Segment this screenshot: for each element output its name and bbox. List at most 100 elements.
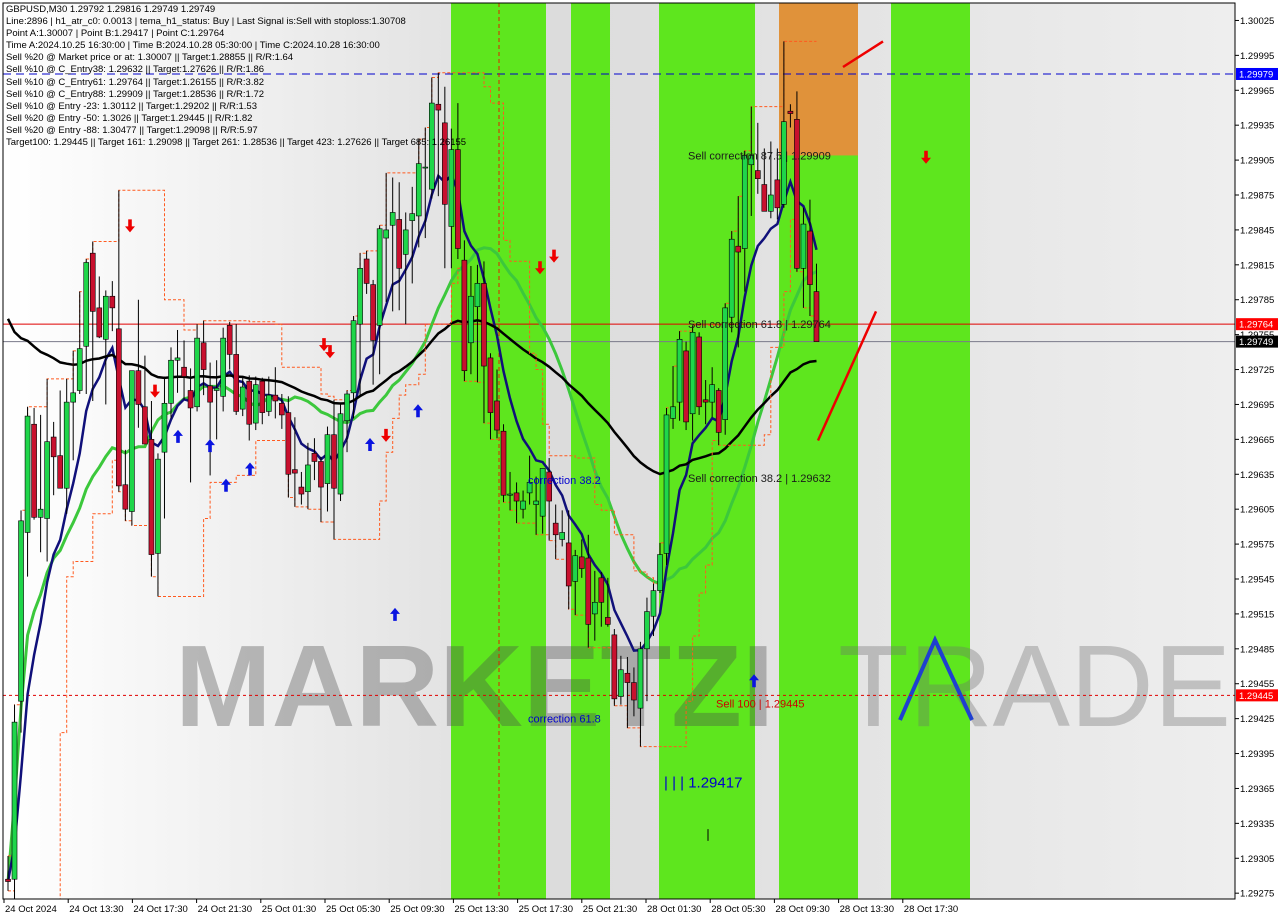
- candle: [500, 424, 507, 503]
- candle-body: [148, 439, 155, 555]
- candle-body: [122, 484, 129, 510]
- y-tick-label: 1.29545: [1240, 575, 1274, 586]
- candle-body: [741, 155, 748, 249]
- candle-body: [500, 430, 507, 496]
- x-tick-label: 24 Oct 17:30: [133, 904, 187, 915]
- candle-body: [468, 295, 474, 344]
- candle-body: [735, 245, 742, 253]
- y-tick-label: 1.29605: [1240, 505, 1274, 516]
- candle-body: [370, 284, 376, 341]
- x-tick-label: 25 Oct 09:30: [390, 904, 444, 915]
- candle-body: [357, 268, 363, 325]
- candle-body: [507, 493, 513, 496]
- candle-body: [181, 366, 187, 377]
- watermark: MARKETZI TRADE: [175, 621, 1231, 751]
- candle-body: [689, 332, 696, 415]
- candle-body: [533, 500, 539, 505]
- sell-zone: [779, 3, 858, 156]
- session-zone: [891, 3, 970, 899]
- y-tick-label: 1.29935: [1240, 121, 1274, 132]
- candle-body: [637, 648, 644, 709]
- candle-body: [135, 370, 142, 405]
- candle-body: [142, 406, 148, 445]
- candle-body: [552, 522, 559, 536]
- candle-body: [70, 392, 76, 403]
- candle-body: [129, 370, 135, 512]
- candle-body: [520, 500, 526, 510]
- y-tick-label: 1.29725: [1240, 365, 1274, 376]
- candle-body: [363, 258, 370, 284]
- candle-body: [591, 601, 598, 615]
- candle-body: [559, 532, 566, 540]
- y-tick-label: 1.29515: [1240, 609, 1274, 620]
- candle-body: [624, 672, 631, 683]
- candle-body: [279, 402, 285, 416]
- annotation-label: Sell correction 61.8 | 1.29764: [688, 319, 831, 331]
- candle-body: [572, 555, 579, 582]
- candle-body: [194, 337, 200, 408]
- candle-body: [696, 336, 702, 408]
- y-tick-label: 1.29365: [1240, 784, 1274, 795]
- y-tick-label: 1.29575: [1240, 540, 1274, 551]
- x-tick-label: 28 Oct 05:30: [711, 904, 765, 915]
- info-signal-line: Sell %10 @ C_Entry61: 1.29764 || Target:…: [6, 76, 265, 88]
- info-signal-line: Sell %10 @ Entry -23: 1.30112 || Target:…: [6, 100, 258, 112]
- info-signal-line: Sell %10 @ C_Entry88: 1.29909 || Target:…: [6, 88, 265, 100]
- y-tick-label: 1.29875: [1240, 191, 1274, 202]
- candle-body: [813, 291, 820, 342]
- candle-body: [513, 492, 520, 502]
- x-tick-label: 24 Oct 21:30: [198, 904, 252, 915]
- watermark-text: TRADE: [838, 621, 1231, 751]
- candle-body: [292, 469, 298, 474]
- candle-body: [800, 223, 807, 269]
- candle-body: [57, 455, 63, 489]
- y-tick-label: 1.29485: [1240, 644, 1274, 655]
- candle-body: [396, 219, 403, 269]
- candle-body: [103, 295, 109, 340]
- candle-body: [116, 328, 122, 487]
- watermark-text: MARKETZI: [175, 621, 774, 751]
- candle-body: [676, 338, 683, 403]
- session-zone: [571, 3, 610, 899]
- candle: [461, 240, 468, 382]
- candle-body: [187, 390, 194, 409]
- x-tick-label: 24 Oct 2024: [5, 904, 57, 915]
- candle-body: [611, 634, 618, 700]
- annotation-label: correction 38.2: [528, 475, 601, 487]
- price-tag-label: 1.29445: [1239, 691, 1273, 702]
- candle-body: [344, 393, 350, 422]
- y-tick-label: 1.29305: [1240, 854, 1274, 865]
- candle-body: [683, 350, 689, 423]
- candle: [337, 403, 344, 502]
- candle-body: [285, 412, 292, 475]
- x-tick-label: 24 Oct 13:30: [69, 904, 123, 915]
- candle-body: [409, 213, 416, 221]
- y-tick-label: 1.29275: [1240, 889, 1274, 900]
- candle-body: [663, 414, 670, 554]
- candle-body: [155, 458, 161, 554]
- candle-body: [709, 384, 715, 403]
- candle-body: [207, 385, 213, 403]
- price-tag-label: 1.29979: [1239, 69, 1273, 80]
- candle: [683, 341, 689, 431]
- info-symbol-line: GBPUSD,M30 1.29792 1.29816 1.29749 1.297…: [6, 4, 216, 15]
- candle-body: [324, 434, 331, 484]
- candle-body: [598, 577, 605, 603]
- candle-body: [76, 348, 83, 391]
- price-tag-label: 1.29749: [1239, 337, 1273, 348]
- candle-body: [37, 508, 44, 518]
- candle-body: [83, 262, 90, 347]
- candle-body: [252, 384, 259, 424]
- candle-body: [670, 406, 676, 419]
- candle-body: [174, 357, 181, 361]
- candle-body: [246, 380, 253, 425]
- candle-body: [31, 423, 37, 518]
- chart-window: MARKETZI TRADE Sell correction 87.5 | 1.29…: [0, 0, 1280, 920]
- annotation-label: Sell correction 87.5 | 1.29909: [688, 150, 831, 162]
- info-panel: GBPUSD,M30 1.29792 1.29816 1.29749 1.297…: [6, 4, 466, 149]
- x-tick-label: 28 Oct 01:30: [647, 904, 701, 915]
- candle-body: [311, 453, 318, 462]
- candle-body: [807, 230, 813, 285]
- session-zone: [659, 3, 755, 899]
- y-tick-label: 1.29995: [1240, 51, 1274, 62]
